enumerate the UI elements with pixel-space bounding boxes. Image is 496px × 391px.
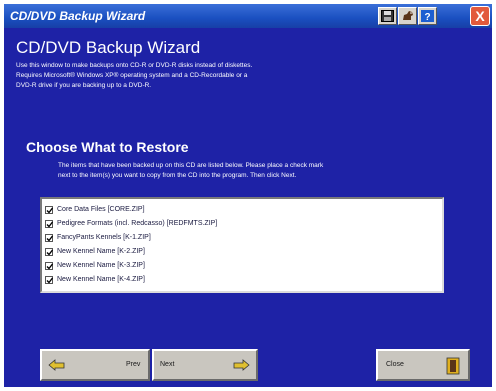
title-bar: CD/DVD Backup Wizard ? X (4, 4, 492, 28)
window-title: CD/DVD Backup Wizard (10, 9, 146, 23)
list-item[interactable]: Pedigree Formats (incl. Redcasso) [REDFM… (45, 217, 217, 230)
prev-button[interactable]: Prev (40, 349, 150, 381)
list-item-label: New Kennel Name [K-3.ZIP] (57, 262, 145, 269)
list-item-label: New Kennel Name [K-2.ZIP] (57, 248, 145, 255)
checkbox[interactable] (45, 261, 54, 270)
checkbox[interactable] (45, 275, 54, 284)
checkbox[interactable] (45, 219, 54, 228)
close-button[interactable]: Close (376, 349, 470, 381)
save-disk-icon[interactable] (378, 7, 397, 25)
hand-left-icon (48, 359, 65, 371)
restore-items-list[interactable]: Core Data Files [CORE.ZIP] Pedigree Form… (40, 197, 444, 293)
list-item[interactable]: New Kennel Name [K-2.ZIP] (45, 245, 145, 258)
list-item[interactable]: Core Data Files [CORE.ZIP] (45, 203, 145, 216)
list-item[interactable]: FancyPants Kennels [K-1.ZIP] (45, 231, 151, 244)
description-line: Requires Microsoft® Windows XP® operatin… (16, 72, 248, 79)
list-item-label: New Kennel Name [K-4.ZIP] (57, 276, 145, 283)
checkbox[interactable] (45, 247, 54, 256)
description-line: DVD-R drive if you are backing up to a D… (16, 82, 152, 89)
list-item-label: Core Data Files [CORE.ZIP] (57, 206, 145, 213)
instructions-line: next to the item(s) you want to copy fro… (58, 172, 297, 179)
description-line: Use this window to make backups onto CD-… (16, 62, 253, 69)
svg-text:?: ? (424, 12, 430, 22)
door-exit-icon (446, 357, 460, 375)
list-item-label: FancyPants Kennels [K-1.ZIP] (57, 234, 151, 241)
close-icon[interactable]: X (470, 6, 490, 26)
wizard-body: CD/DVD Backup Wizard Use this window to … (4, 28, 492, 387)
list-item[interactable]: New Kennel Name [K-3.ZIP] (45, 259, 145, 272)
close-label: Close (386, 361, 404, 368)
section-title: Choose What to Restore (26, 139, 189, 155)
checkbox[interactable] (45, 233, 54, 242)
help-icon[interactable]: ? (418, 7, 437, 25)
next-button[interactable]: Next (152, 349, 258, 381)
prev-label: Prev (126, 361, 141, 368)
page-heading: CD/DVD Backup Wizard (16, 38, 201, 57)
description: Use this window to make backups onto CD-… (16, 61, 466, 91)
wizard-window: CD/DVD Backup Wizard ? X CD/DVD Backup W… (0, 0, 496, 391)
list-item-label: Pedigree Formats (incl. Redcasso) [REDFM… (57, 220, 218, 227)
instructions-line: The items that have been backed up on th… (58, 162, 324, 169)
next-label: Next (160, 361, 175, 368)
instructions: The items that have been backed up on th… (58, 161, 478, 181)
checkbox[interactable] (45, 205, 54, 214)
dog-icon[interactable] (398, 7, 417, 25)
hand-right-icon (233, 359, 250, 371)
list-item[interactable]: New Kennel Name [K-4.ZIP] (45, 273, 145, 286)
